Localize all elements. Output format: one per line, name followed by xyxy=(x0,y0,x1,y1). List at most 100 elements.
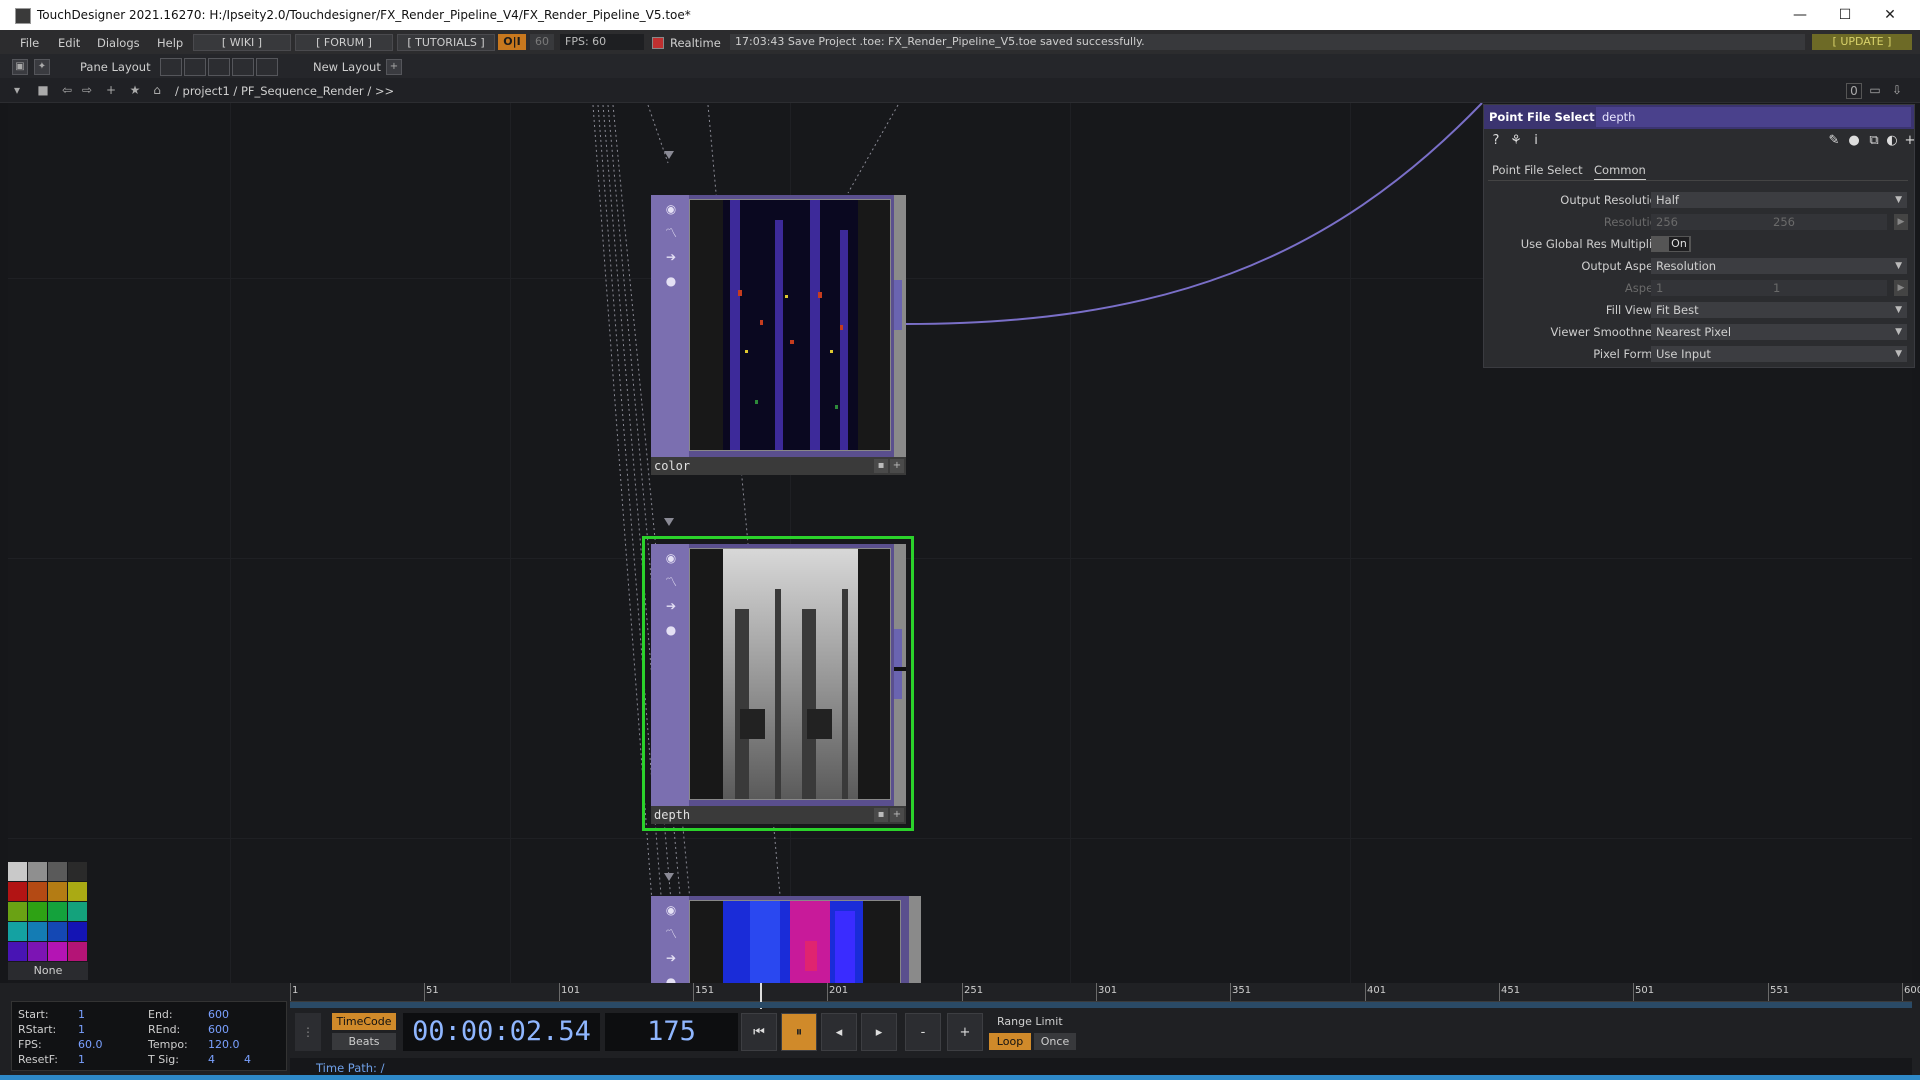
play-icon[interactable]: ▶ xyxy=(1894,280,1908,296)
viewer-toggle-icon[interactable]: ◉ xyxy=(663,902,679,918)
color-swatch[interactable] xyxy=(68,862,87,881)
node-plus-icon[interactable]: + xyxy=(890,808,904,822)
edit-icon[interactable]: ✎ xyxy=(1826,133,1842,149)
rate-increase-button[interactable]: + xyxy=(947,1013,983,1051)
layout-single[interactable] xyxy=(160,58,182,76)
global-res-toggle[interactable]: On xyxy=(1651,236,1691,252)
timeline-ruler[interactable]: 1 51 101 151 201 251 301 351 401 451 501 551 600 xyxy=(290,983,1920,1009)
image-icon[interactable]: ▣ xyxy=(12,59,28,75)
cook-icon[interactable]: 〽 xyxy=(663,926,679,942)
arrow-right-icon[interactable]: ➔ xyxy=(663,950,679,966)
arrow-right-icon[interactable]: ➔ xyxy=(663,598,679,614)
node-color[interactable]: ◉ 〽 ➔ ● color ▪ + xyxy=(651,195,906,475)
resetf-value[interactable]: 1 xyxy=(78,1053,85,1066)
layout-four[interactable] xyxy=(256,58,278,76)
step-forward-icon[interactable]: ▸ xyxy=(861,1013,897,1051)
node-settings-icon[interactable]: ▪ xyxy=(874,459,888,473)
menu-dialogs[interactable]: Dialogs xyxy=(97,36,140,50)
layout-split-horizontal[interactable] xyxy=(208,58,230,76)
lock-icon[interactable]: ● xyxy=(663,974,679,983)
timecode-display[interactable]: 00:00:02.54 xyxy=(403,1013,600,1051)
add-layout-button[interactable]: + xyxy=(386,59,402,75)
zero-button[interactable]: 0 xyxy=(1846,83,1862,99)
color-swatch[interactable] xyxy=(48,922,67,941)
menu-file[interactable]: File xyxy=(20,36,39,50)
play-icon[interactable]: ▶ xyxy=(1894,214,1908,230)
output-aspect-dropdown[interactable]: Resolution ▼ xyxy=(1651,258,1907,274)
once-button[interactable]: Once xyxy=(1034,1033,1076,1050)
maximize-icon[interactable]: ☐ xyxy=(1825,2,1865,28)
rate-decrease-button[interactable]: - xyxy=(905,1013,941,1051)
layout-three[interactable] xyxy=(232,58,254,76)
fps-setting[interactable]: 60 xyxy=(530,34,554,50)
color-swatch[interactable] xyxy=(68,902,87,921)
tsig-value-2[interactable]: 4 xyxy=(244,1053,251,1066)
color-swatch[interactable] xyxy=(8,902,27,921)
tempo-value[interactable]: 120.0 xyxy=(208,1038,240,1051)
none-color-button[interactable]: None xyxy=(8,962,88,980)
color-swatch[interactable] xyxy=(68,922,87,941)
fps-value[interactable]: 60.0 xyxy=(78,1038,103,1051)
comment-icon[interactable]: ● xyxy=(1846,133,1862,149)
tab-common[interactable]: Common xyxy=(1594,163,1646,181)
loop-button[interactable]: Loop xyxy=(989,1033,1031,1050)
node-third[interactable]: ◉ 〽 ➔ ● xyxy=(651,896,921,983)
timecode-button[interactable]: TimeCode xyxy=(332,1013,396,1030)
timeline-side-icon[interactable]: ⋮ xyxy=(295,1013,321,1051)
color-swatch[interactable] xyxy=(68,942,87,961)
range-bar[interactable] xyxy=(290,1002,1912,1008)
layout-split-vertical[interactable] xyxy=(184,58,206,76)
node-plus-icon[interactable]: + xyxy=(890,459,904,473)
back-arrow-icon[interactable]: ⇦ xyxy=(60,83,74,97)
add-icon[interactable]: + xyxy=(104,83,118,97)
viewer-toggle-icon[interactable]: ◉ xyxy=(663,550,679,566)
stop-icon[interactable]: ■ xyxy=(36,83,50,97)
cook-icon[interactable]: 〽 xyxy=(663,225,679,241)
node-label[interactable]: color xyxy=(651,457,906,475)
color-swatch[interactable] xyxy=(48,902,67,921)
network-path[interactable]: / project1 / PF_Sequence_Render / >> xyxy=(175,84,394,98)
rend-value[interactable]: 600 xyxy=(208,1023,229,1036)
node-depth[interactable]: ◉ 〽 ➔ ● depth ▪ + xyxy=(651,544,906,824)
color-swatch[interactable] xyxy=(48,882,67,901)
node-label[interactable]: depth xyxy=(651,806,906,824)
update-button[interactable]: [ UPDATE ] xyxy=(1812,34,1912,50)
start-value[interactable]: 1 xyxy=(78,1008,85,1021)
tab-point-file-select[interactable]: Point File Select xyxy=(1492,163,1583,177)
forward-arrow-icon[interactable]: ⇨ xyxy=(80,83,94,97)
node-viewer-third[interactable] xyxy=(689,900,901,983)
tutorials-button[interactable]: [ TUTORIALS ] xyxy=(397,34,495,51)
palette-icon[interactable]: ✦ xyxy=(34,59,50,75)
window-icon[interactable]: ▭ xyxy=(1868,83,1882,97)
chevron-down-icon[interactable]: ▾ xyxy=(10,83,24,97)
color-swatch[interactable] xyxy=(28,942,47,961)
plus-icon[interactable]: + xyxy=(1902,133,1918,149)
info-icon[interactable]: i xyxy=(1528,133,1544,149)
home-icon[interactable]: ⌂ xyxy=(150,83,164,97)
star-icon[interactable]: ★ xyxy=(128,83,142,97)
color-swatch[interactable] xyxy=(8,942,27,961)
fill-viewer-dropdown[interactable]: Fit Best ▼ xyxy=(1651,302,1907,318)
frame-display[interactable]: 175 xyxy=(605,1013,738,1051)
color-swatch[interactable] xyxy=(8,862,27,881)
color-swatch[interactable] xyxy=(28,902,47,921)
color-swatch[interactable] xyxy=(28,862,47,881)
python-help-icon[interactable]: ⚘ xyxy=(1508,133,1524,149)
color-swatch[interactable] xyxy=(48,862,67,881)
menu-edit[interactable]: Edit xyxy=(58,36,80,50)
perform-mode-toggle[interactable]: O|I xyxy=(498,34,526,50)
color-swatch[interactable] xyxy=(8,922,27,941)
beats-button[interactable]: Beats xyxy=(332,1033,396,1050)
color-swatch[interactable] xyxy=(8,882,27,901)
realtime-checkbox[interactable] xyxy=(652,37,664,49)
help-icon[interactable]: ? xyxy=(1488,133,1504,149)
output-resolution-dropdown[interactable]: Half ▼ xyxy=(1651,192,1907,208)
download-icon[interactable]: ⇩ xyxy=(1890,83,1904,97)
color-swatch[interactable] xyxy=(28,882,47,901)
arrow-right-icon[interactable]: ➔ xyxy=(663,249,679,265)
node-viewer-depth[interactable] xyxy=(689,548,891,800)
rewind-icon[interactable]: ⏮ xyxy=(741,1013,777,1051)
viewer-toggle-icon[interactable]: ◉ xyxy=(663,201,679,217)
node-viewer-color[interactable] xyxy=(689,199,891,451)
aspect-field[interactable]: 11 xyxy=(1651,280,1887,296)
